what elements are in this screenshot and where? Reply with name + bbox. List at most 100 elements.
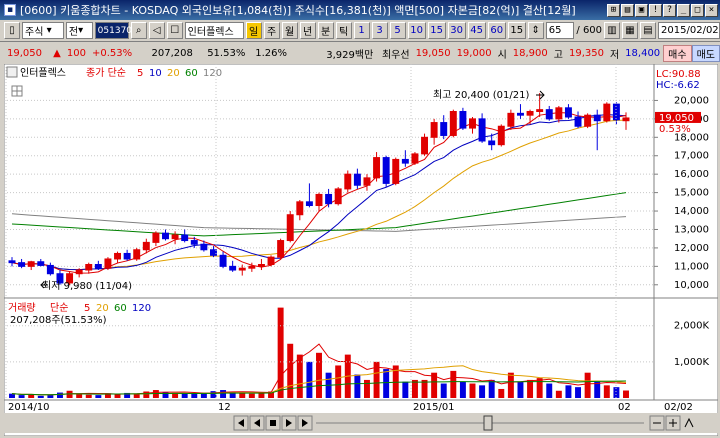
count-total: / 600 (576, 25, 603, 36)
candle-down (593, 114, 601, 122)
volume-tick-label: 2,000K (674, 321, 710, 332)
price-tick-label: 12,000 (674, 243, 709, 254)
candle-down (382, 157, 390, 184)
sell-button[interactable]: 매도 (691, 44, 720, 62)
candle-down (440, 122, 448, 136)
stock-code-input[interactable]: 051370 (94, 22, 132, 39)
volume-bar-up (469, 383, 476, 398)
best-quote-label: 최우선 (381, 49, 410, 61)
period-button-year[interactable]: 년 (299, 22, 316, 39)
candle-up (584, 114, 592, 127)
candle-down (353, 173, 361, 186)
candle-up (238, 267, 246, 271)
volume-bar-down (479, 385, 486, 398)
vol-ma-period-5: 5 (84, 303, 90, 314)
candle-up (75, 269, 83, 275)
prev-select[interactable]: 전 ▾ (65, 22, 93, 39)
price-change-pct: +0.53% (91, 47, 133, 59)
minute-button-15[interactable]: 15 (427, 22, 446, 39)
close-icon[interactable]: × (705, 3, 718, 17)
bar-chart-icon[interactable]: ▥ (604, 22, 621, 39)
high-label: 고 (553, 49, 563, 61)
grid-icon[interactable]: ▦ (622, 22, 639, 39)
legend-box-icon[interactable] (6, 66, 18, 78)
stock-chart[interactable]: 20,00019,00018,00017,00016,00015,00014,0… (3, 63, 719, 437)
volume-bar-up (498, 388, 505, 398)
candle-down (219, 254, 227, 267)
minute-button-custom[interactable]: 15 (507, 22, 526, 39)
print-icon[interactable]: ▣ (635, 3, 648, 17)
minute-button-5[interactable]: 5 (389, 22, 406, 39)
period-button-week[interactable]: 주 (263, 22, 280, 39)
volume-ma-label: 단순 (50, 302, 68, 314)
low-price: 18,400 (625, 47, 661, 59)
count-input[interactable]: 65 (545, 22, 575, 39)
candle-down (46, 264, 54, 275)
minute-button-45[interactable]: 45 (467, 22, 486, 39)
volume-bar-up (584, 372, 591, 398)
minute-button-60[interactable]: 60 (487, 22, 506, 39)
volume-bar-down (56, 392, 63, 398)
period-button-tick[interactable]: 틱 (335, 22, 352, 39)
volume-bar-down (191, 394, 198, 398)
minute-button-3[interactable]: 3 (371, 22, 388, 39)
date-input[interactable]: 2015/02/02 (658, 22, 720, 39)
candle-up (334, 188, 342, 205)
minimize-icon[interactable]: _ (677, 3, 690, 17)
minute-button-10[interactable]: 10 (407, 22, 426, 39)
vol-ma-period-120: 120 (132, 303, 151, 314)
trade-amount: 3,929백만 (326, 49, 374, 61)
spinner-icon[interactable]: ⇕ (527, 22, 544, 39)
candle-up (421, 136, 429, 155)
date-label: 12 (218, 402, 231, 413)
link-icon[interactable]: ⊞ (607, 3, 620, 17)
candle-up (469, 118, 476, 129)
volume-bar-down (517, 381, 524, 398)
minute-button-1[interactable]: 1 (353, 22, 370, 39)
best-bid: 19,000 (456, 47, 492, 59)
volume-bar-up (450, 370, 457, 398)
pin-icon[interactable]: ▯ (4, 22, 20, 39)
turnover-rate: 1.26% (255, 47, 288, 59)
chart-area: 20,00019,00018,00017,00016,00015,00014,0… (3, 63, 719, 437)
market-type-select[interactable]: 주식 ▾ (22, 22, 64, 39)
volume-bar-down (18, 395, 25, 398)
low-label: 저 (609, 49, 620, 61)
candle-up (114, 252, 122, 260)
candle-up (85, 264, 93, 271)
period-button-minute[interactable]: 분 (317, 22, 334, 39)
candle-up (411, 153, 419, 164)
minute-button-30[interactable]: 30 (447, 22, 466, 39)
candle-up (363, 177, 371, 186)
buy-button[interactable]: 매수 (663, 44, 692, 62)
volume-bar-up (536, 378, 543, 398)
candle-down (574, 116, 582, 127)
help-icon[interactable]: ? (663, 3, 676, 17)
zoom-slider-handle[interactable] (483, 415, 493, 431)
volume-bar-up (363, 379, 370, 398)
volume-bar-up (507, 372, 514, 398)
price-change: 100 (66, 47, 86, 59)
volume-bar-down (95, 395, 102, 398)
speaker-icon[interactable]: ◁ (148, 22, 165, 39)
candle-up (622, 117, 630, 122)
candle-up (257, 264, 265, 267)
current-price: 19,050 (7, 47, 42, 59)
candle-up (142, 241, 150, 251)
volume-bar-down (488, 379, 495, 398)
candle-up (171, 234, 179, 240)
candle-up (315, 193, 323, 207)
alert-icon[interactable]: ! (649, 3, 662, 17)
period-button-day[interactable]: 일 (245, 22, 262, 39)
title-bar: ▪ [0600] 키움종합차트 - KOSDAQ 외국인보유[1,084(천)]… (0, 0, 720, 20)
volume-ratio: 51.53% (207, 47, 246, 59)
favorite-icon[interactable]: ☐ (166, 22, 183, 39)
maximize-icon[interactable]: □ (691, 3, 704, 17)
volume-bar-down (402, 381, 409, 398)
price-legend-name: 인터플렉스 (20, 67, 66, 79)
period-button-month[interactable]: 월 (281, 22, 298, 39)
calendar-icon[interactable]: ▤ (640, 22, 657, 39)
search-icon[interactable]: ⌕ (130, 22, 147, 39)
layout-icon[interactable]: ▤ (621, 3, 634, 17)
candle-up (344, 173, 352, 190)
